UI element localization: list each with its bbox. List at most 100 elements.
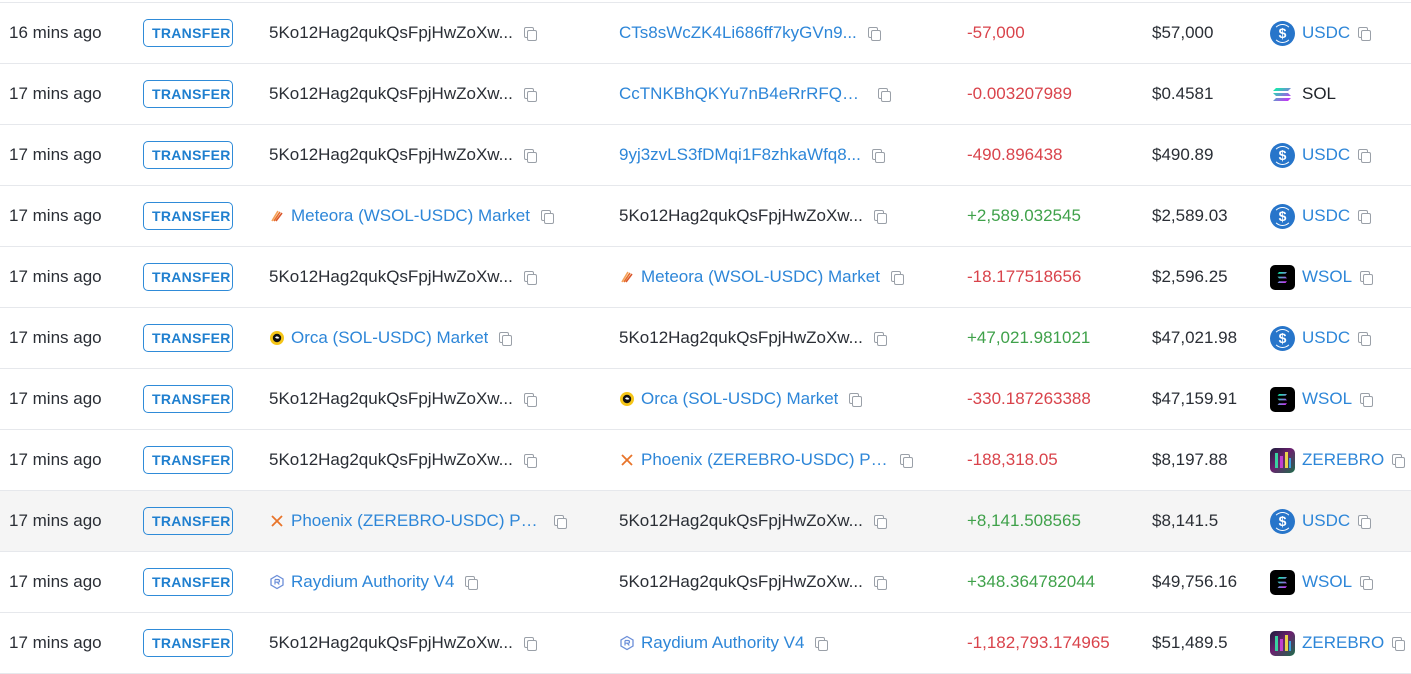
from-address-text: 5Ko12Hag2qukQsFpjHwZoXw... — [269, 84, 513, 103]
copy-icon[interactable] — [1359, 270, 1374, 285]
time-ago: 17 mins ago — [9, 572, 102, 591]
time-cell: 17 mins ago — [9, 552, 102, 612]
type-cell: TRANSFER — [143, 64, 233, 124]
copy-icon[interactable] — [540, 209, 554, 224]
amount-cell: -490.896438 — [967, 125, 1062, 185]
to-address-link[interactable]: 9yj3zvLS3fDMqi1F8zhkaWfq8... — [619, 145, 885, 165]
token-name[interactable]: USDC — [1302, 328, 1350, 348]
value-cell: $490.89 — [1152, 125, 1213, 185]
copy-icon[interactable] — [523, 392, 537, 407]
amount-cell: +2,589.032545 — [967, 186, 1081, 246]
value-cell: $49,756.16 — [1152, 552, 1237, 612]
to-account-label-link[interactable]: Meteora (WSOL-USDC) Market — [619, 267, 904, 287]
table-row: 17 mins ago TRANSFER 5Ko12Hag2qukQsFpjHw… — [0, 613, 1411, 674]
token-name[interactable]: ZEREBRO — [1302, 633, 1384, 653]
copy-icon[interactable] — [523, 87, 537, 102]
copy-icon[interactable] — [873, 331, 887, 346]
token-name[interactable]: WSOL — [1302, 267, 1352, 287]
token-name[interactable]: USDC — [1302, 206, 1350, 226]
table-row: 17 mins ago TRANSFER Orca (SOL-USDC) Mar… — [0, 308, 1411, 369]
copy-icon[interactable] — [1357, 209, 1372, 224]
from-cell: Meteora (WSOL-USDC) Market — [269, 186, 554, 246]
amount-value: -1,182,793.174965 — [967, 633, 1110, 652]
copy-icon[interactable] — [523, 148, 537, 163]
copy-icon[interactable] — [523, 270, 537, 285]
phoenix-icon — [619, 452, 635, 468]
type-cell: TRANSFER — [143, 430, 233, 490]
copy-icon[interactable] — [848, 392, 863, 407]
amount-value: -188,318.05 — [967, 450, 1058, 469]
token-name[interactable]: WSOL — [1302, 572, 1352, 592]
to-address-link[interactable]: CcTNKBhQKYu7nB4eRrRFQoX... — [619, 84, 891, 104]
copy-icon[interactable] — [1357, 26, 1372, 41]
from-cell: 5Ko12Hag2qukQsFpjHwZoXw... — [269, 613, 537, 673]
to-address-link[interactable]: CTs8sWcZK4Li686ff7kyGVn9... — [619, 23, 881, 43]
copy-icon[interactable] — [877, 87, 891, 102]
amount-cell: +47,021.981021 — [967, 308, 1090, 368]
copy-icon[interactable] — [498, 331, 513, 346]
table-row: 17 mins ago TRANSFER Meteora (WSOL-USDC)… — [0, 186, 1411, 247]
token-cell: $ USDC — [1270, 491, 1372, 551]
token-name[interactable]: USDC — [1302, 23, 1350, 43]
value-cell: $47,021.98 — [1152, 308, 1237, 368]
time-cell: 16 mins ago — [9, 3, 102, 63]
from-account-label-link[interactable]: Orca (SOL-USDC) Market — [269, 328, 513, 348]
type-cell: TRANSFER — [143, 613, 233, 673]
from-address-text: 5Ko12Hag2qukQsFpjHwZoXw... — [269, 145, 513, 164]
to-address: CcTNKBhQKYu7nB4eRrRFQoX... — [619, 84, 867, 103]
type-cell: TRANSFER — [143, 125, 233, 185]
amount-value: +348.364782044 — [967, 572, 1096, 591]
to-account-label-link[interactable]: Phoenix (ZEREBRO-USDC) Poo... — [619, 450, 913, 470]
copy-icon[interactable] — [523, 26, 537, 41]
token-name[interactable]: ZEREBRO — [1302, 450, 1384, 470]
copy-icon[interactable] — [867, 26, 881, 41]
amount-cell: -1,182,793.174965 — [967, 613, 1110, 673]
time-ago: 17 mins ago — [9, 206, 102, 225]
transfer-badge: TRANSFER — [143, 507, 233, 535]
token-cell: $ USDC — [1270, 308, 1372, 368]
to-address: CTs8sWcZK4Li686ff7kyGVn9... — [619, 23, 857, 42]
copy-icon[interactable] — [1391, 453, 1406, 468]
token-name[interactable]: WSOL — [1302, 389, 1352, 409]
copy-icon[interactable] — [873, 514, 887, 529]
from-account-label-link[interactable]: Raydium Authority V4 — [269, 572, 479, 592]
from-cell: 5Ko12Hag2qukQsFpjHwZoXw... — [269, 247, 537, 307]
copy-icon[interactable] — [871, 148, 885, 163]
token-cell: WSOL — [1270, 247, 1374, 307]
copy-icon[interactable] — [553, 514, 567, 529]
to-account-label-link[interactable]: Raydium Authority V4 — [619, 633, 829, 653]
copy-icon[interactable] — [1357, 331, 1372, 346]
copy-icon[interactable] — [1359, 575, 1374, 590]
copy-icon[interactable] — [523, 453, 537, 468]
amount-cell: -0.003207989 — [967, 64, 1072, 124]
value-cell: $47,159.91 — [1152, 369, 1237, 429]
copy-icon[interactable] — [814, 636, 829, 651]
from-cell: 5Ko12Hag2qukQsFpjHwZoXw... — [269, 64, 537, 124]
copy-icon[interactable] — [1357, 148, 1372, 163]
from-address: 5Ko12Hag2qukQsFpjHwZoXw... — [269, 84, 537, 104]
from-account-label-link[interactable]: Phoenix (ZEREBRO-USDC) Poo... — [269, 511, 567, 531]
token-cell: ZEREBRO — [1270, 430, 1406, 490]
zerebro-token-icon — [1270, 447, 1295, 473]
copy-icon[interactable] — [1357, 514, 1372, 529]
copy-icon[interactable] — [873, 209, 887, 224]
transfer-badge: TRANSFER — [143, 202, 233, 230]
to-account-label-link[interactable]: Orca (SOL-USDC) Market — [619, 389, 863, 409]
to-address: 9yj3zvLS3fDMqi1F8zhkaWfq8... — [619, 145, 861, 164]
token-cell: $ USDC — [1270, 186, 1372, 246]
copy-icon[interactable] — [873, 575, 887, 590]
type-cell: TRANSFER — [143, 552, 233, 612]
copy-icon[interactable] — [1359, 392, 1374, 407]
copy-icon[interactable] — [899, 453, 913, 468]
to-address: 5Ko12Hag2qukQsFpjHwZoXw... — [619, 572, 887, 592]
copy-icon[interactable] — [464, 575, 479, 590]
copy-icon[interactable] — [890, 270, 904, 285]
from-account-label-link[interactable]: Meteora (WSOL-USDC) Market — [269, 206, 554, 226]
to-address: 5Ko12Hag2qukQsFpjHwZoXw... — [619, 328, 887, 348]
from-cell: Orca (SOL-USDC) Market — [269, 308, 513, 368]
token-name[interactable]: USDC — [1302, 511, 1350, 531]
copy-icon[interactable] — [523, 636, 537, 651]
time-ago: 17 mins ago — [9, 267, 102, 286]
token-name[interactable]: USDC — [1302, 145, 1350, 165]
copy-icon[interactable] — [1391, 636, 1406, 651]
